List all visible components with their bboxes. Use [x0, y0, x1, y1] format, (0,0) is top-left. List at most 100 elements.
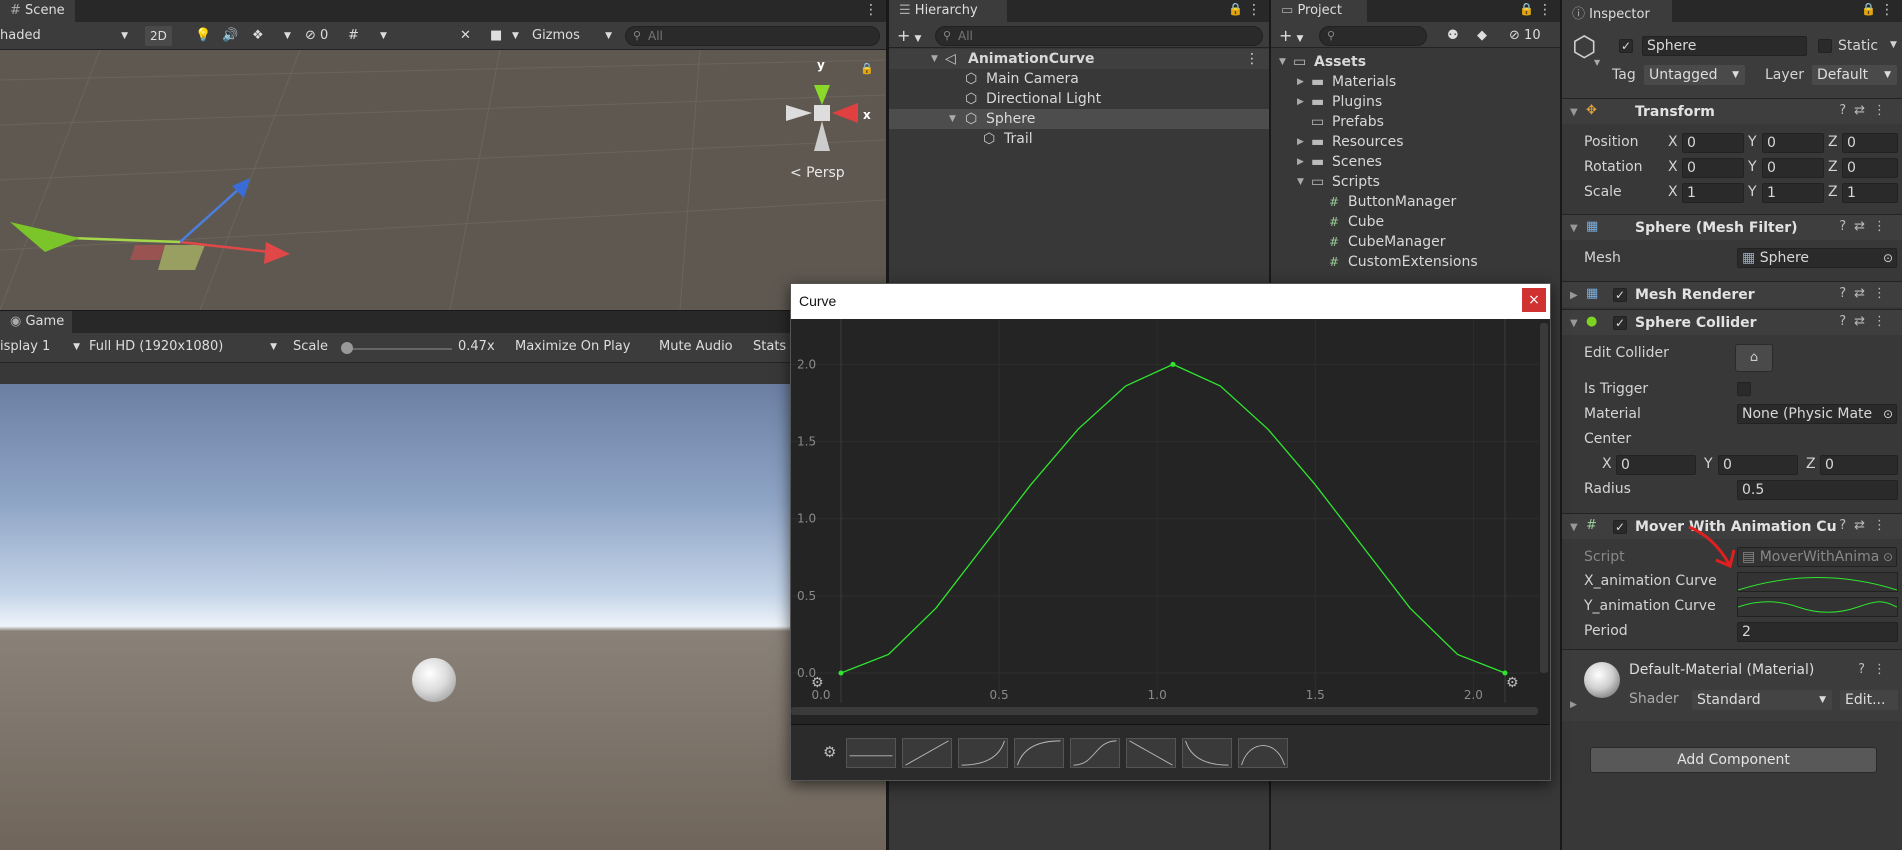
maximize-on-play-toggle[interactable]: Maximize On Play: [515, 337, 630, 357]
project-item[interactable]: ▭ Prefabs: [1271, 112, 1560, 132]
lock-icon[interactable]: 🔒: [1861, 2, 1876, 16]
object-picker-icon[interactable]: ⊙: [1882, 405, 1893, 423]
center-y-field[interactable]: 0: [1718, 455, 1798, 475]
close-button[interactable]: ×: [1522, 288, 1546, 312]
scale-slider-track[interactable]: [347, 348, 452, 350]
expand-arrow-icon[interactable]: ▶: [1297, 92, 1304, 112]
curve-plot[interactable]: 0.0 0.5 1.0 1.5 2.00.00.51.01.52.0⚙ ⚙: [791, 319, 1550, 729]
expand-arrow-icon[interactable]: ▶: [1297, 152, 1304, 172]
scale-x-field[interactable]: 1: [1682, 183, 1744, 203]
is-trigger-checkbox[interactable]: [1737, 382, 1751, 396]
chevron-down-icon[interactable]: ▼: [284, 26, 291, 46]
hierarchy-item[interactable]: ⬡ Trail: [889, 129, 1269, 149]
object-picker-icon[interactable]: ⊙: [1883, 249, 1893, 267]
period-field[interactable]: 2: [1737, 622, 1898, 642]
project-item[interactable]: ▶ ▬ Plugins: [1271, 92, 1560, 112]
mesh-renderer-enabled-checkbox[interactable]: ✓: [1613, 288, 1627, 302]
expand-arrow-icon[interactable]: ▼: [949, 109, 956, 129]
scale-y-field[interactable]: 1: [1762, 183, 1824, 203]
project-item[interactable]: ▶ ▬ Resources: [1271, 132, 1560, 152]
expand-arrow-icon[interactable]: ▼: [931, 49, 938, 69]
mover-enabled-checkbox[interactable]: ✓: [1613, 520, 1627, 534]
hierarchy-search-input[interactable]: ⚲ All: [935, 26, 1263, 46]
component-header-icons[interactable]: ?⇄⋮: [1839, 286, 1894, 301]
scene-menu-icon[interactable]: ⋮: [1245, 49, 1259, 69]
game-viewport[interactable]: [0, 384, 886, 850]
tab-project[interactable]: ▭ Project: [1271, 0, 1367, 22]
rotation-x-field[interactable]: 0: [1682, 158, 1744, 178]
foldout-arrow-icon[interactable]: ▶: [1570, 700, 1577, 710]
preset-linear-down[interactable]: [1126, 738, 1176, 768]
gizmos-dropdown[interactable]: Gizmos ▼: [532, 26, 616, 46]
mesh-renderer-header[interactable]: ▶ ▦ ✓ Mesh Renderer ?⇄⋮: [1562, 281, 1902, 307]
camera-icon[interactable]: ■: [490, 26, 502, 46]
mesh-filter-header[interactable]: ▼ ▦ Sphere (Mesh Filter) ?⇄⋮: [1562, 214, 1902, 240]
scene-menu-icon[interactable]: ⋮: [864, 2, 878, 18]
position-z-field[interactable]: 0: [1842, 133, 1898, 153]
project-item[interactable]: ▶ ▬ Materials: [1271, 72, 1560, 92]
inspector-menu-icon[interactable]: ⋮: [1880, 2, 1894, 18]
display-dropdown[interactable]: isplay 1 ▼: [0, 337, 82, 357]
project-item[interactable]: ▶ ▬ Scenes: [1271, 152, 1560, 172]
mesh-object-field[interactable]: ▦ Sphere ⊙: [1737, 248, 1897, 268]
add-component-button[interactable]: Add Component: [1590, 747, 1877, 773]
component-header-icons[interactable]: ?⇄⋮: [1839, 103, 1894, 118]
hierarchy-item-selected[interactable]: ▼ ⬡ Sphere: [889, 109, 1269, 129]
component-header-icons[interactable]: ?⇄⋮: [1839, 518, 1894, 533]
scene-viewport[interactable]: y x 🔒 < Persp: [0, 50, 886, 310]
project-item[interactable]: ▼ ▭ Scripts: [1271, 172, 1560, 192]
project-search-input[interactable]: ⚲: [1319, 26, 1427, 46]
filter-label-icon[interactable]: ◆: [1477, 26, 1487, 46]
hierarchy-item[interactable]: ⬡ Main Camera: [889, 69, 1269, 89]
grid-icon[interactable]: #: [348, 26, 359, 46]
gizmo-center-cube[interactable]: [814, 105, 830, 121]
expand-arrow-icon[interactable]: ▶: [1297, 132, 1304, 152]
center-z-field[interactable]: 0: [1820, 455, 1898, 475]
tag-dropdown[interactable]: Untagged ▼: [1644, 65, 1745, 85]
component-header-icons[interactable]: ?⋮: [1858, 662, 1894, 677]
hierarchy-menu-icon[interactable]: ⋮: [1247, 2, 1261, 18]
gizmo-neg-x-cone[interactable]: [786, 105, 812, 121]
preset-constant[interactable]: [846, 738, 896, 768]
component-header-icons[interactable]: ?⇄⋮: [1839, 314, 1894, 329]
project-item[interactable]: # Cube: [1271, 212, 1560, 232]
preset-linear[interactable]: [902, 738, 952, 768]
tab-inspector[interactable]: ⓘ Inspector: [1562, 0, 1672, 22]
gizmo-y-cone[interactable]: [814, 85, 830, 105]
filter-type-icon[interactable]: ⚉: [1447, 26, 1459, 46]
foldout-arrow-icon[interactable]: ▶: [1570, 290, 1578, 301]
sphere-collider-header[interactable]: ▼ ● ✓ Sphere Collider ?⇄⋮: [1562, 309, 1902, 335]
position-x-field[interactable]: 0: [1682, 133, 1744, 153]
mute-audio-toggle[interactable]: Mute Audio: [659, 337, 733, 357]
toggle-2d-button[interactable]: 2D: [145, 26, 172, 46]
stats-toggle[interactable]: Stats: [753, 337, 786, 357]
hierarchy-item[interactable]: ⬡ Directional Light: [889, 89, 1269, 109]
y-axis-handle[interactable]: [69, 236, 181, 244]
project-item[interactable]: # CustomExtensions: [1271, 252, 1560, 272]
y-animation-curve-field[interactable]: [1737, 597, 1898, 617]
chevron-down-icon[interactable]: ▼: [512, 26, 519, 46]
chevron-down-icon[interactable]: ▼: [1594, 58, 1600, 67]
hidden-packages-toggle[interactable]: ⊘ 10: [1509, 26, 1541, 46]
preset-ease-in-out[interactable]: [1070, 738, 1120, 768]
component-header-icons[interactable]: ?⇄⋮: [1839, 219, 1894, 234]
foldout-arrow-icon[interactable]: ▼: [1570, 318, 1578, 329]
project-item-assets[interactable]: ▼ ▭ Assets: [1271, 52, 1560, 72]
hidden-objects-toggle[interactable]: ⊘ 0: [305, 26, 328, 46]
rotation-y-field[interactable]: 0: [1762, 158, 1824, 178]
lock-icon[interactable]: 🔒: [1228, 2, 1243, 16]
transform-gizmo[interactable]: [0, 150, 320, 310]
gizmo-x-cone[interactable]: [832, 103, 858, 123]
foldout-arrow-icon[interactable]: ▼: [1570, 522, 1578, 533]
edit-shader-button[interactable]: Edit...: [1840, 690, 1898, 710]
shading-mode-dropdown[interactable]: haded ▼: [0, 26, 132, 46]
x-animation-curve-field[interactable]: [1737, 572, 1898, 592]
static-checkbox[interactable]: [1818, 39, 1832, 53]
shader-dropdown[interactable]: Standard ▼: [1692, 690, 1832, 710]
foldout-arrow-icon[interactable]: ▼: [1570, 223, 1578, 234]
audio-icon[interactable]: 🔊: [222, 26, 238, 46]
radius-field[interactable]: 0.5: [1737, 480, 1898, 500]
center-x-field[interactable]: 0: [1616, 455, 1696, 475]
physic-material-field[interactable]: None (Physic Mate ⊙: [1737, 404, 1897, 424]
project-item[interactable]: # CubeManager: [1271, 232, 1560, 252]
